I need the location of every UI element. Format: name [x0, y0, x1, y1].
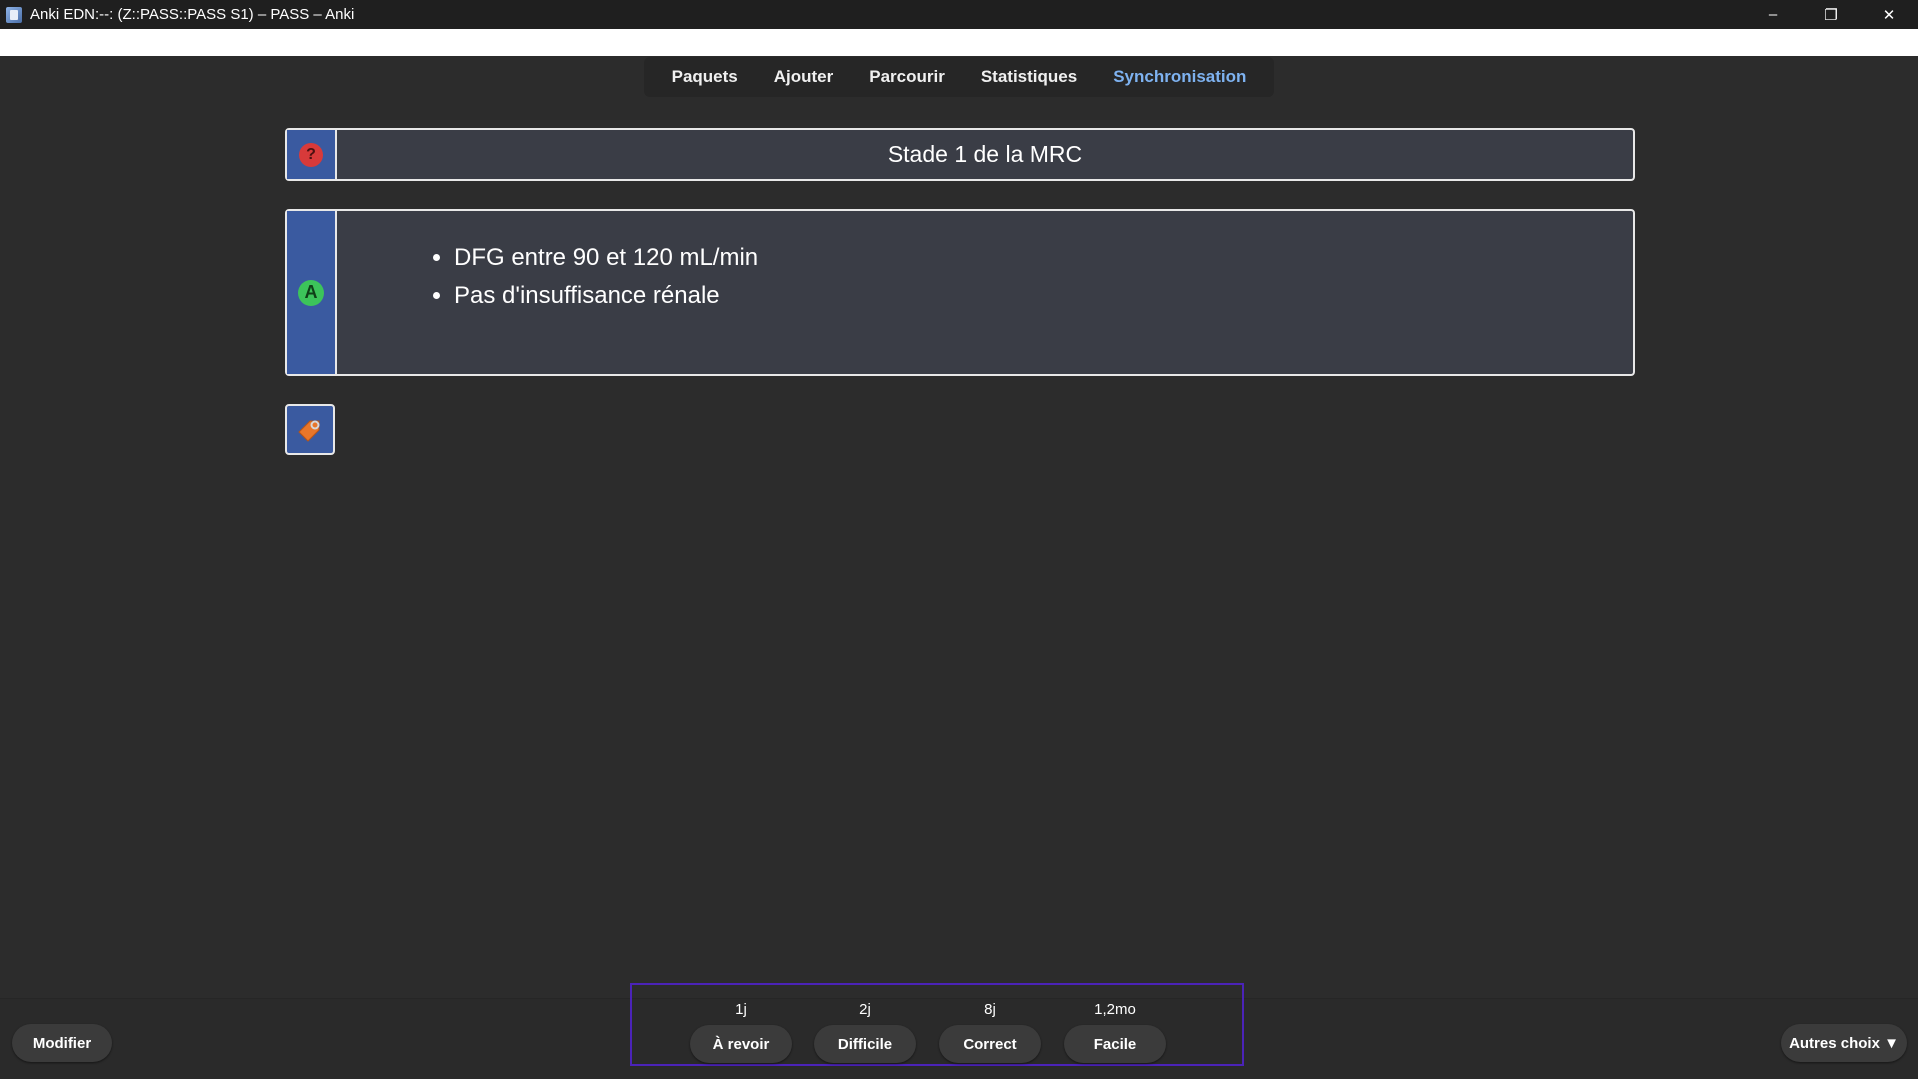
ease-easy: 1,2mo Facile — [1064, 985, 1166, 1065]
question-text: Stade 1 de la MRC — [887, 141, 1083, 167]
answer-list: DFG entre 90 et 120 mL/min Pas d'insuffi… — [337, 239, 1633, 315]
answer-body: DFG entre 90 et 120 mL/min Pas d'insuffi… — [337, 211, 1633, 374]
ease-good-interval: 8j — [984, 1001, 996, 1018]
question-box: ? Stade 1 de la MRC — [285, 128, 1635, 181]
title-bar: Anki EDN:--: (Z::PASS::PASS S1) – PASS –… — [0, 0, 1918, 29]
question-side-strip: ? — [287, 130, 337, 179]
ease-hard-interval: 2j — [859, 1001, 871, 1018]
ease-hard: 2j Difficile — [814, 985, 916, 1065]
window-title: Anki EDN:--: (Z::PASS::PASS S1) – PASS –… — [30, 6, 355, 23]
restore-button[interactable]: ❐ — [1802, 0, 1860, 29]
toolbar-stats-link[interactable]: Statistiques — [963, 67, 1095, 87]
hard-button[interactable]: Difficile — [814, 1025, 916, 1063]
answer-list-item: DFG entre 90 et 120 mL/min — [454, 239, 1633, 277]
toolbar-links: Paquets Ajouter Parcourir Statistiques S… — [643, 57, 1275, 97]
review-bottom-bar: Modifier 1j À revoir 2j Difficile 8j Cor… — [0, 983, 1918, 1079]
main-toolbar: Paquets Ajouter Parcourir Statistiques S… — [0, 56, 1918, 98]
anki-app-icon — [6, 6, 22, 23]
ease-easy-interval: 1,2mo — [1094, 1001, 1136, 1018]
ease-again: 1j À revoir — [690, 985, 792, 1065]
easy-button[interactable]: Facile — [1064, 1025, 1166, 1063]
again-button[interactable]: À revoir — [690, 1025, 792, 1063]
ease-again-interval: 1j — [735, 1001, 747, 1018]
edit-button[interactable]: Modifier — [12, 1024, 112, 1062]
answer-icon: A — [298, 279, 324, 306]
answer-buttons-group: 1j À revoir 2j Difficile 8j Correct 1,2m… — [630, 983, 1244, 1066]
minimize-button[interactable]: – — [1744, 0, 1802, 29]
more-options-button[interactable]: Autres choix ▼ — [1781, 1024, 1907, 1062]
close-button[interactable]: ✕ — [1860, 0, 1918, 29]
good-button[interactable]: Correct — [939, 1025, 1041, 1063]
tag-button[interactable] — [285, 404, 335, 455]
toolbar-add-link[interactable]: Ajouter — [756, 67, 852, 87]
menu-bar — [0, 29, 1918, 56]
toolbar-decks-link[interactable]: Paquets — [654, 67, 756, 87]
answer-box: A DFG entre 90 et 120 mL/min Pas d'insuf… — [285, 209, 1635, 376]
question-icon: ? — [299, 142, 323, 167]
answer-side-strip: A — [287, 211, 337, 374]
ease-good: 8j Correct — [939, 985, 1041, 1065]
answer-list-item: Pas d'insuffisance rénale — [454, 277, 1633, 315]
tag-icon — [298, 420, 320, 442]
toolbar-browse-link[interactable]: Parcourir — [851, 67, 963, 87]
toolbar-sync-link[interactable]: Synchronisation — [1095, 67, 1264, 87]
window-controls: – ❐ ✕ — [1744, 0, 1918, 29]
